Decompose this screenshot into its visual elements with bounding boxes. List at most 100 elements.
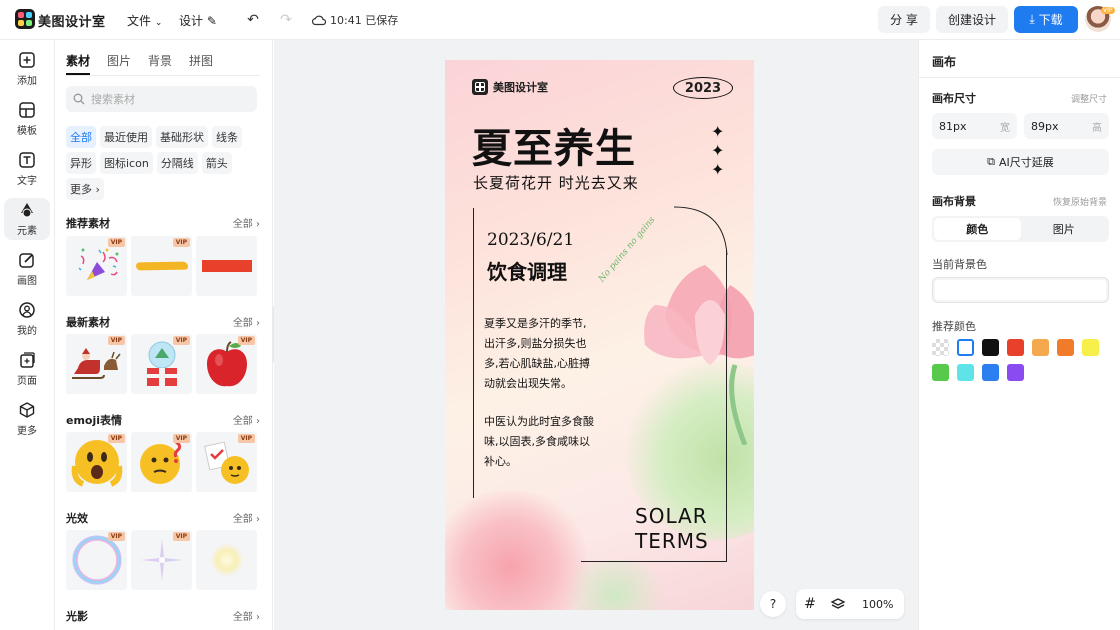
swatch-cyan[interactable] (957, 364, 974, 381)
undo-button[interactable]: ↶ (243, 10, 263, 30)
chip-irregular[interactable]: 异形 (66, 152, 96, 174)
seg-color[interactable]: 颜色 (934, 218, 1021, 240)
rail-label: 添加 (17, 76, 37, 87)
asset-thumb-thinking-emoji[interactable]: VIP (131, 432, 192, 492)
asset-thumb-apple[interactable]: VIP (196, 334, 257, 394)
panel-divider (919, 77, 1120, 78)
vip-badge: VIP (172, 532, 190, 541)
rail-item-template[interactable]: 模板 (4, 98, 50, 140)
swatch-green[interactable] (932, 364, 949, 381)
text-icon (19, 152, 35, 168)
rail-item-page[interactable]: 页面 (4, 348, 50, 390)
asset-thumb-shocked-emoji[interactable]: VIP (66, 432, 127, 492)
current-bg-color[interactable] (932, 277, 1109, 303)
rail-item-mine[interactable]: 我的 (4, 298, 50, 340)
paragraph-line: 动就会出现失常。 (484, 377, 572, 390)
see-all-label: 全部 (232, 219, 253, 230)
share-button[interactable]: 分 享 (878, 6, 930, 33)
tab-images[interactable]: 图片 (107, 52, 131, 75)
swatch-light-orange[interactable] (1032, 339, 1049, 356)
resize-link[interactable]: 调整尺寸 (1071, 92, 1107, 105)
see-all-link[interactable]: 全部 › (233, 608, 260, 624)
file-menu[interactable]: 文件 ⌄ (127, 12, 162, 29)
see-all-link[interactable]: 全部 › (233, 314, 260, 330)
current-bg-label: 当前背景色 (932, 258, 987, 271)
frame-line-right (726, 250, 727, 562)
width-value: 81px (939, 119, 967, 133)
tab-backgrounds[interactable]: 背景 (148, 52, 172, 75)
chip-dividers[interactable]: 分隔线 (156, 152, 198, 174)
asset-thumb-checklist-emoji[interactable]: VIP (196, 432, 257, 492)
brand-grid-icon (472, 79, 488, 95)
chip-recent[interactable]: 最近使用 (100, 126, 152, 148)
vip-badge: VIP (172, 238, 190, 247)
properties-panel: 画布 画布尺寸 调整尺寸 81px 宽 89px 高 ⧉ AI尺寸延展 画布背景 恢复… (918, 40, 1120, 630)
santa-sleigh-icon (71, 348, 121, 379)
download-button[interactable]: ⤓ 下载 (1014, 6, 1078, 33)
swatch-transparent[interactable] (932, 339, 949, 356)
swatch-black[interactable] (982, 339, 999, 356)
search-input[interactable]: 搜索素材 (66, 86, 257, 112)
ai-resize-button[interactable]: ⧉ AI尺寸延展 (932, 149, 1109, 175)
layers-icon[interactable] (824, 597, 852, 611)
asset-thumb-snow-globe[interactable]: VIP (131, 334, 192, 394)
tab-collage[interactable]: 拼图 (189, 52, 213, 75)
app-logo[interactable] (15, 9, 35, 29)
party-popper-icon (77, 248, 118, 280)
rail-item-text[interactable]: 文字 (4, 148, 50, 190)
grid-toggle-icon[interactable]: # (796, 596, 824, 612)
rail-item-draw[interactable]: 画图 (4, 248, 50, 290)
chip-all[interactable]: 全部 (66, 126, 96, 148)
swatch-white[interactable] (957, 339, 974, 356)
redo-icon: ↷ (280, 12, 292, 28)
rail-item-add[interactable]: 添加 (4, 48, 50, 90)
redo-button[interactable]: ↷ (276, 10, 296, 30)
paragraph-line: 味,以固表,多食咸味以 (484, 435, 590, 448)
chip-basic-shapes[interactable]: 基础形状 (156, 126, 208, 148)
chip-arrows[interactable]: 箭头 (201, 152, 232, 174)
asset-thumb-party-popper[interactable]: VIP (66, 236, 127, 296)
swatch-yellow[interactable] (1082, 339, 1099, 356)
poster-subtitle: 长夏荷花开 时光去又来 (473, 174, 639, 192)
see-all-link[interactable]: 全部 › (233, 412, 260, 428)
section-title: 最新素材 (66, 316, 110, 329)
chip-icons[interactable]: 图标icon (100, 152, 153, 174)
tab-materials[interactable]: 素材 (66, 52, 91, 75)
poster-brand: 美图设计室 (472, 79, 548, 95)
swatch-orange[interactable] (1057, 339, 1074, 356)
section-title: 推荐素材 (66, 217, 110, 230)
seg-image[interactable]: 图片 (1021, 218, 1108, 240)
poster-canvas[interactable]: 美图设计室 2023 夏至养生 ✦ ✦ ✦ 长夏荷花开 时光去又来 2023/6/2… (445, 60, 754, 610)
zoom-level[interactable]: 100% (862, 598, 893, 611)
restore-bg-link[interactable]: 恢复原始背景 (1053, 195, 1107, 208)
swatch-red[interactable] (1007, 339, 1024, 356)
see-all-link[interactable]: 全部 › (233, 215, 260, 231)
asset-thumb-rainbow-ring[interactable]: VIP (66, 530, 127, 590)
asset-thumb-santa-sleigh[interactable]: VIP (66, 334, 127, 394)
section-header-shadow: 光影 全部 › (66, 608, 260, 624)
create-design-button[interactable]: 创建设计 (936, 6, 1008, 33)
asset-thumb-sparkle[interactable]: VIP (131, 530, 192, 590)
swatch-blue[interactable] (982, 364, 999, 381)
chip-lines[interactable]: 线条 (212, 126, 242, 148)
asset-thumb-red-bar[interactable] (196, 236, 257, 296)
rail-item-more[interactable]: 更多 (4, 398, 50, 440)
width-field[interactable]: 81px 宽 (932, 113, 1017, 139)
thumb-row-emoji: VIP VIP VIP (66, 432, 257, 492)
section-title: emoji表情 (66, 414, 123, 427)
chip-more[interactable]: 更多 › (66, 178, 104, 200)
help-button[interactable]: ? (760, 591, 786, 617)
design-menu[interactable]: 设计 ✎ (179, 12, 217, 29)
thumb-row-light: VIP VIP (66, 530, 257, 590)
asset-thumb-yellow-brush[interactable]: VIP (131, 236, 192, 296)
frame-arc (673, 206, 728, 256)
height-field[interactable]: 89px 高 (1024, 113, 1109, 139)
rail-item-elements[interactable]: 元素 (4, 198, 50, 240)
panel-tabs: 素材 图片 背景 拼图 (66, 52, 213, 75)
category-chips: 全部 最近使用 基础形状 线条 异形 图标icon 分隔线 箭头 更多 › (66, 126, 266, 200)
height-unit: 高 (1092, 122, 1102, 134)
swatch-purple[interactable] (1007, 364, 1024, 381)
see-all-link[interactable]: 全部 › (233, 510, 260, 526)
asset-panel: 素材 图片 背景 拼图 搜索素材 全部 最近使用 基础形状 线条 异形 图标ic… (55, 40, 273, 630)
asset-thumb-glow[interactable] (196, 530, 257, 590)
